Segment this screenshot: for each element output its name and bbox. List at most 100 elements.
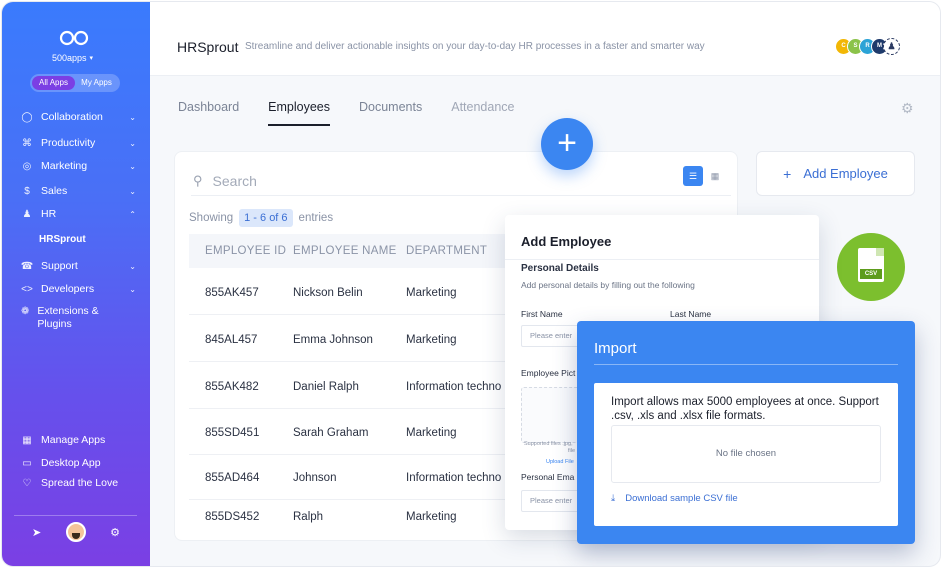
personal-email-label: Personal Ema [521,472,575,482]
csv-file-icon: CSV [837,233,905,301]
brand-switcher[interactable]: 500apps ▾ [52,53,93,63]
supported-files-text: Supported files .jpg, [524,441,573,447]
sidebar-item-sales[interactable]: $ Sales ⌄ [20,183,136,199]
team-avatars: C S R M ♟ [835,38,900,55]
sidebar-item-hr[interactable]: ♟ HR ⌃ [20,206,136,222]
tab-attendance[interactable]: Attendance [451,100,514,126]
grid-icon: ▦ [22,434,32,446]
entries-summary: Showing 1 - 6 of 6 entries [189,209,333,227]
chevron-up-icon: ⌃ [129,209,136,219]
section-title: Personal Details [521,263,599,274]
import-title: Import [594,340,637,357]
column-header-employee-id[interactable]: EMPLOYEE ID [205,245,286,257]
download-label: Download sample CSV file [625,493,738,504]
my-apps-toggle[interactable]: My Apps [75,76,118,90]
employee-name: Sarah Graham [293,427,369,439]
sidebar-item-support[interactable]: ☎ Support ⌄ [20,258,136,274]
rocket-icon[interactable]: ➤ [32,526,41,539]
sidebar-item-label: Manage Apps [41,434,106,446]
add-fab-button[interactable]: + [541,118,593,170]
file-input[interactable]: No file chosen [611,425,881,483]
tab-documents[interactable]: Documents [359,100,422,126]
employee-name: Johnson [293,472,337,484]
employee-id: 855AD464 [205,472,260,484]
sidebar-item-label: Extensions & Plugins [37,305,99,330]
sidebar-item-spread-love[interactable]: ♡ Spread the Love [20,475,136,491]
chevron-down-icon: ⌄ [129,284,136,294]
employee-id: 845AL457 [205,334,258,346]
app-title: HRSprout [177,39,239,55]
sidebar-item-label: Collaboration [41,111,103,123]
csv-label: CSV [860,269,882,279]
sidebar-item-desktop-app[interactable]: ▭ Desktop App [20,455,136,471]
avatar[interactable] [65,522,86,542]
dialog-title: Add Employee [521,234,612,249]
dollar-icon: $ [24,185,30,197]
search-icon: ⚲ [193,172,203,188]
sidebar-item-manage-apps[interactable]: ▦ Manage Apps [20,432,136,448]
sidebar-item-label: Productivity [41,137,96,149]
gear-icon[interactable]: ⚙ [110,526,120,539]
showing-range: 1 - 6 of 6 [239,209,293,227]
sidebar-subitem-hrsprout[interactable]: HRSprout [39,234,86,245]
first-name-label: First Name [521,309,563,319]
download-sample-link[interactable]: ⤓ Download sample CSV file [611,493,738,504]
grid-view-icon[interactable]: ▦ [705,166,725,186]
department: Marketing [406,511,457,523]
employee-id: 855SD451 [205,427,260,439]
sidebar-item-label: Support [41,260,78,272]
sidebar-item-extensions[interactable]: ❁ Extensions & Plugins [20,305,110,333]
chevron-down-icon: ▾ [89,55,94,62]
column-header-department[interactable]: DEPARTMENT [406,245,487,257]
sidebar-divider [14,515,137,516]
last-name-label: Last Name [670,309,712,319]
command-icon: ⌘ [22,137,32,149]
showing-label: Showing [189,212,234,224]
department: Marketing [406,427,457,439]
sidebar-item-marketing[interactable]: ◎ Marketing ⌄ [20,158,136,174]
gear-icon[interactable]: ⚙ [901,100,914,117]
entries-label: entries [298,212,334,224]
sidebar: 500apps ▾ All Apps My Apps ◯ Collaborati… [2,2,150,566]
sidebar-item-label: Desktop App [41,457,101,469]
employee-name: Nickson Belin [293,287,363,299]
supported-files-text: file [568,448,576,454]
app-frame: 500apps ▾ All Apps My Apps ◯ Collaborati… [1,1,941,567]
add-employee-button[interactable]: + Add Employee [756,151,915,196]
500apps-logo-icon[interactable] [59,30,89,46]
chevron-down-icon: ⌄ [129,138,136,148]
sidebar-footer: ➤ ⚙ [32,522,120,542]
sidebar-item-collaboration[interactable]: ◯ Collaboration ⌄ [20,109,136,125]
section-subtitle: Add personal details by filling out the … [521,280,695,290]
sidebar-item-productivity[interactable]: ⌘ Productivity ⌄ [20,135,136,151]
globe-icon: ◯ [21,111,33,123]
tab-employees[interactable]: Employees [268,100,330,126]
employee-id: 855DS452 [205,511,260,523]
tab-dashboard[interactable]: Dashboard [178,100,239,126]
chevron-down-icon: ⌄ [129,161,136,171]
column-header-employee-name[interactable]: EMPLOYEE NAME [293,245,397,257]
upload-file-link[interactable]: Upload File [546,459,574,465]
heart-icon: ♡ [22,477,32,489]
chevron-down-icon: ⌄ [129,112,136,122]
chevron-down-icon: ⌄ [129,186,136,196]
add-user-icon[interactable]: ♟ [883,38,900,55]
department: Marketing [406,334,457,346]
import-dialog: Import Import allows max 5000 employees … [577,321,915,544]
department: Information techno [406,472,502,484]
download-icon: ⤓ [611,493,616,504]
employee-name: Ralph [293,511,324,523]
apps-toggle: All Apps My Apps [30,74,120,92]
employee-id: 855AK457 [205,287,259,299]
all-apps-toggle[interactable]: All Apps [32,76,75,90]
list-view-icon[interactable]: ☰ [683,166,703,186]
sidebar-item-developers[interactable]: <> Developers ⌄ [20,281,136,297]
import-body: Import allows max 5000 employees at once… [594,383,898,526]
divider [505,259,819,260]
department: Marketing [406,287,457,299]
tab-bar: Dashboard Employees Documents Attendance [178,100,543,126]
sidebar-item-label: Spread the Love [41,477,119,489]
plus-icon: + [783,165,792,182]
search-input[interactable]: Search [213,173,257,189]
puzzle-icon: ❁ [20,306,30,317]
